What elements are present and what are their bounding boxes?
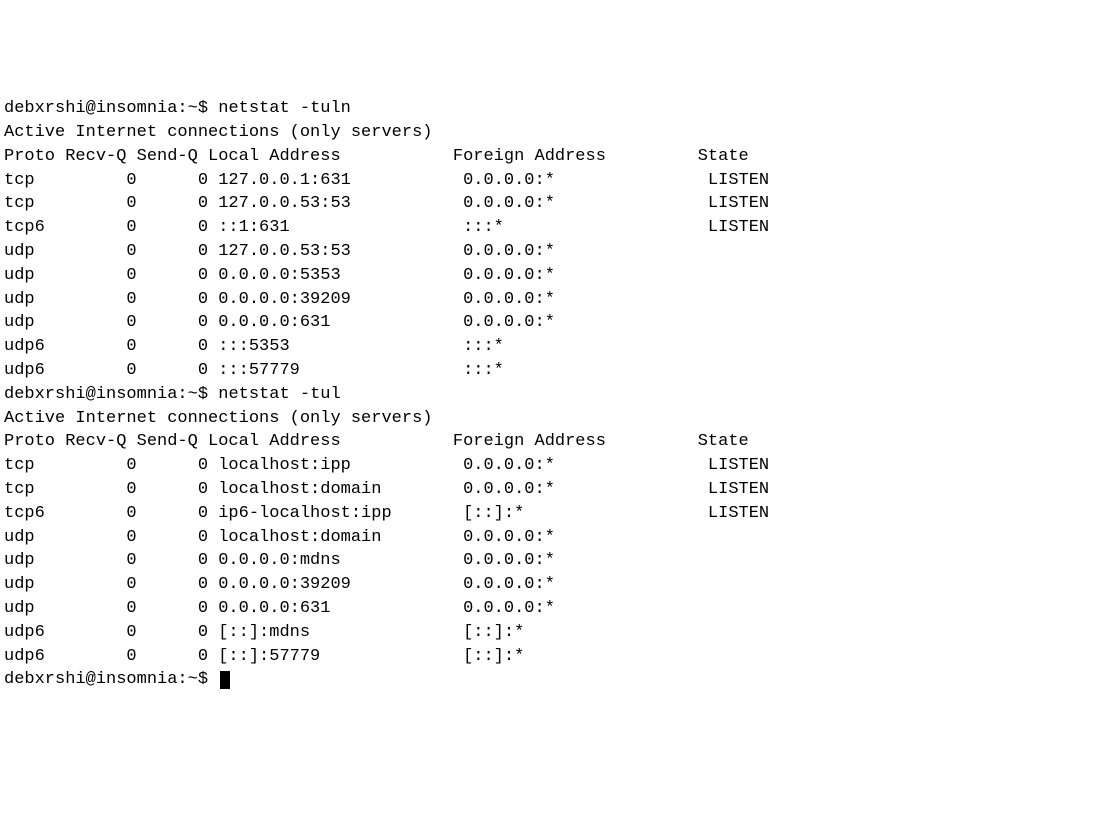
table-row: udp 0 0 0.0.0.0:mdns 0.0.0.0:* — [4, 549, 1108, 573]
terminal-output[interactable]: debxrshi@insomnia:~$ netstat -tulnActive… — [4, 97, 1108, 692]
cursor-icon — [220, 671, 230, 689]
output-header: Active Internet connections (only server… — [4, 407, 1108, 431]
command-text: netstat -tul — [218, 385, 340, 404]
table-row: tcp 0 0 127.0.0.53:53 0.0.0.0:* LISTEN — [4, 192, 1108, 216]
table-row: tcp 0 0 127.0.0.1:631 0.0.0.0:* LISTEN — [4, 169, 1108, 193]
shell-prompt: debxrshi@insomnia:~$ — [4, 385, 218, 404]
shell-prompt: debxrshi@insomnia:~$ — [4, 99, 218, 118]
table-row: udp 0 0 0.0.0.0:631 0.0.0.0:* — [4, 597, 1108, 621]
table-row: tcp6 0 0 ::1:631 :::* LISTEN — [4, 216, 1108, 240]
table-row: tcp6 0 0 ip6-localhost:ipp [::]:* LISTEN — [4, 502, 1108, 526]
output-header: Active Internet connections (only server… — [4, 121, 1108, 145]
table-row: udp6 0 0 [::]:mdns [::]:* — [4, 621, 1108, 645]
table-row: udp 0 0 localhost:domain 0.0.0.0:* — [4, 526, 1108, 550]
column-headers: Proto Recv-Q Send-Q Local Address Foreig… — [4, 430, 1108, 454]
table-row: udp 0 0 0.0.0.0:39209 0.0.0.0:* — [4, 288, 1108, 312]
command-line[interactable]: debxrshi@insomnia:~$ netstat -tul — [4, 383, 1108, 407]
column-headers: Proto Recv-Q Send-Q Local Address Foreig… — [4, 145, 1108, 169]
shell-prompt: debxrshi@insomnia:~$ — [4, 670, 218, 689]
command-line[interactable]: debxrshi@insomnia:~$ netstat -tuln — [4, 97, 1108, 121]
command-text: netstat -tuln — [218, 99, 351, 118]
table-row: tcp 0 0 localhost:domain 0.0.0.0:* LISTE… — [4, 478, 1108, 502]
table-row: udp 0 0 127.0.0.53:53 0.0.0.0:* — [4, 240, 1108, 264]
table-row: udp6 0 0 [::]:57779 [::]:* — [4, 645, 1108, 669]
table-row: udp6 0 0 :::5353 :::* — [4, 335, 1108, 359]
table-row: udp 0 0 0.0.0.0:39209 0.0.0.0:* — [4, 573, 1108, 597]
table-row: udp 0 0 0.0.0.0:5353 0.0.0.0:* — [4, 264, 1108, 288]
command-line[interactable]: debxrshi@insomnia:~$ — [4, 668, 1108, 692]
table-row: tcp 0 0 localhost:ipp 0.0.0.0:* LISTEN — [4, 454, 1108, 478]
table-row: udp 0 0 0.0.0.0:631 0.0.0.0:* — [4, 311, 1108, 335]
table-row: udp6 0 0 :::57779 :::* — [4, 359, 1108, 383]
